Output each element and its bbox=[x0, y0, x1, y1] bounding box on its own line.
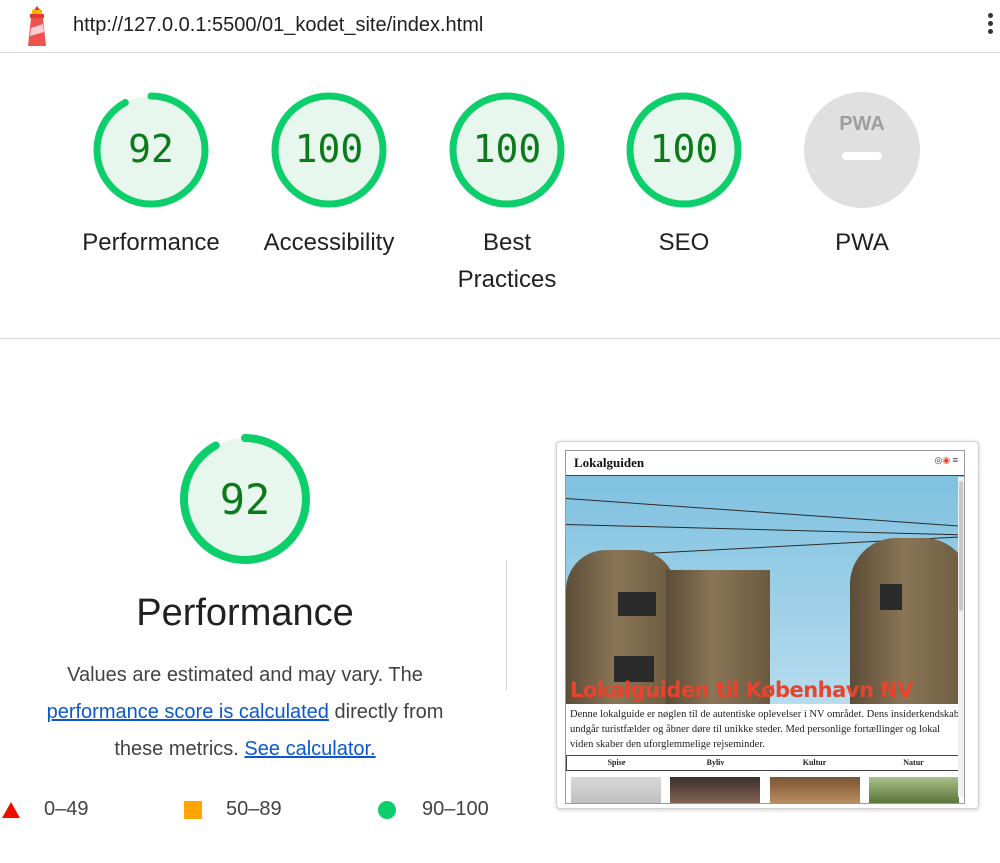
thumb-kultur bbox=[769, 777, 860, 803]
best-practices-gauge-ring: 100 bbox=[449, 92, 565, 208]
report-header: http://127.0.0.1:5500/01_kodet_site/inde… bbox=[0, 0, 1000, 53]
site-nav-natur: Natur bbox=[903, 758, 924, 767]
legend-pass: 90–100 bbox=[378, 798, 489, 821]
desc-text-1: Values are estimated and may vary. The bbox=[67, 664, 423, 686]
see-calculator-link[interactable]: See calculator. bbox=[244, 738, 375, 760]
performance-big-gauge: 92 bbox=[180, 434, 310, 564]
gauge-seo[interactable]: 100 SEO bbox=[594, 90, 774, 261]
legend-average: 50–89 bbox=[184, 798, 282, 821]
thumb-byliv bbox=[670, 777, 761, 803]
seo-gauge-ring: 100 bbox=[626, 92, 742, 208]
hero-title: Lokalguiden til København NV bbox=[570, 678, 914, 702]
average-square-icon bbox=[184, 800, 202, 819]
legend-average-range: 50–89 bbox=[226, 798, 282, 820]
accessibility-gauge-ring: 100 bbox=[271, 92, 387, 208]
site-nav-byliv: Byliv bbox=[706, 758, 725, 767]
site-header-icons: ◎◉ ≡ bbox=[935, 455, 959, 466]
performance-score-link[interactable]: performance score is calculated bbox=[47, 701, 329, 723]
final-screenshot[interactable]: Lokalguiden ◎◉ ≡ Lokalguiden til Københa… bbox=[556, 441, 979, 809]
gauge-accessibility[interactable]: 100 Accessibility bbox=[239, 90, 419, 261]
site-menu-icon: ≡ bbox=[952, 455, 958, 465]
gauge-label-pwa: PWA bbox=[835, 229, 889, 256]
thumb-spise bbox=[570, 777, 661, 803]
gauge-performance[interactable]: 92 Performance bbox=[61, 90, 241, 261]
report-url: http://127.0.0.1:5500/01_kodet_site/inde… bbox=[73, 14, 484, 36]
site-preview: Lokalguiden ◎◉ ≡ Lokalguiden til Københa… bbox=[565, 450, 965, 804]
pass-circle-icon bbox=[378, 800, 396, 819]
site-name: Lokalguiden bbox=[574, 455, 645, 470]
site-nav: Spise Byliv Kultur Natur bbox=[566, 755, 964, 771]
performance-gauge-ring: 92 bbox=[93, 92, 209, 208]
gauge-best-practices[interactable]: 100 Best Practices bbox=[417, 90, 597, 298]
pwa-badge-icon: PWA bbox=[804, 92, 920, 208]
lighthouse-icon bbox=[28, 6, 46, 46]
performance-description: Values are estimated and may vary. The p… bbox=[0, 657, 490, 768]
site-intro-text: Denne lokalguide er nøglen til de autent… bbox=[570, 709, 960, 750]
performance-big-score: 92 bbox=[220, 475, 271, 524]
gauge-label-seo: SEO bbox=[658, 229, 710, 256]
gauge-label-accessibility: Accessibility bbox=[263, 229, 395, 256]
performance-score: 92 bbox=[128, 127, 174, 171]
best-practices-score: 100 bbox=[473, 127, 542, 171]
site-header: Lokalguiden ◎◉ ≡ bbox=[566, 451, 964, 476]
site-thumbnails bbox=[566, 771, 964, 803]
pwa-badge-text: PWA bbox=[839, 113, 885, 135]
desc-text-3: these metrics. bbox=[114, 738, 239, 760]
desc-text-2: directly from bbox=[334, 701, 444, 723]
seo-score: 100 bbox=[650, 127, 719, 171]
accessibility-score: 100 bbox=[295, 127, 364, 171]
category-gauges: 92 Performance 100 Accessibility 100 Bes… bbox=[0, 52, 1000, 339]
site-heart-icon: ◉ bbox=[942, 455, 951, 465]
performance-summary: 92 Performance Values are estimated and … bbox=[0, 432, 490, 768]
gauge-label-best-practices: Best Practices bbox=[417, 224, 597, 298]
hero-image: Lokalguiden til København NV bbox=[566, 476, 964, 704]
legend-fail-range: 0–49 bbox=[44, 798, 89, 820]
site-scrollbar-thumb bbox=[959, 481, 963, 611]
more-options-icon[interactable] bbox=[984, 10, 996, 40]
legend-fail: 0–49 bbox=[2, 798, 89, 821]
gauge-label-performance: Performance bbox=[82, 229, 220, 256]
best-practices-label-line2: Practices bbox=[457, 266, 557, 293]
gauge-pwa[interactable]: PWA PWA bbox=[772, 90, 952, 261]
site-nav-kultur: Kultur bbox=[802, 758, 827, 767]
fail-triangle-icon bbox=[2, 801, 20, 818]
site-nav-spise: Spise bbox=[607, 758, 626, 767]
legend-pass-range: 90–100 bbox=[422, 798, 489, 820]
best-practices-label-line1: Best bbox=[482, 229, 532, 256]
thumb-natur bbox=[869, 777, 960, 803]
divider bbox=[506, 560, 507, 690]
performance-title: Performance bbox=[136, 592, 354, 634]
